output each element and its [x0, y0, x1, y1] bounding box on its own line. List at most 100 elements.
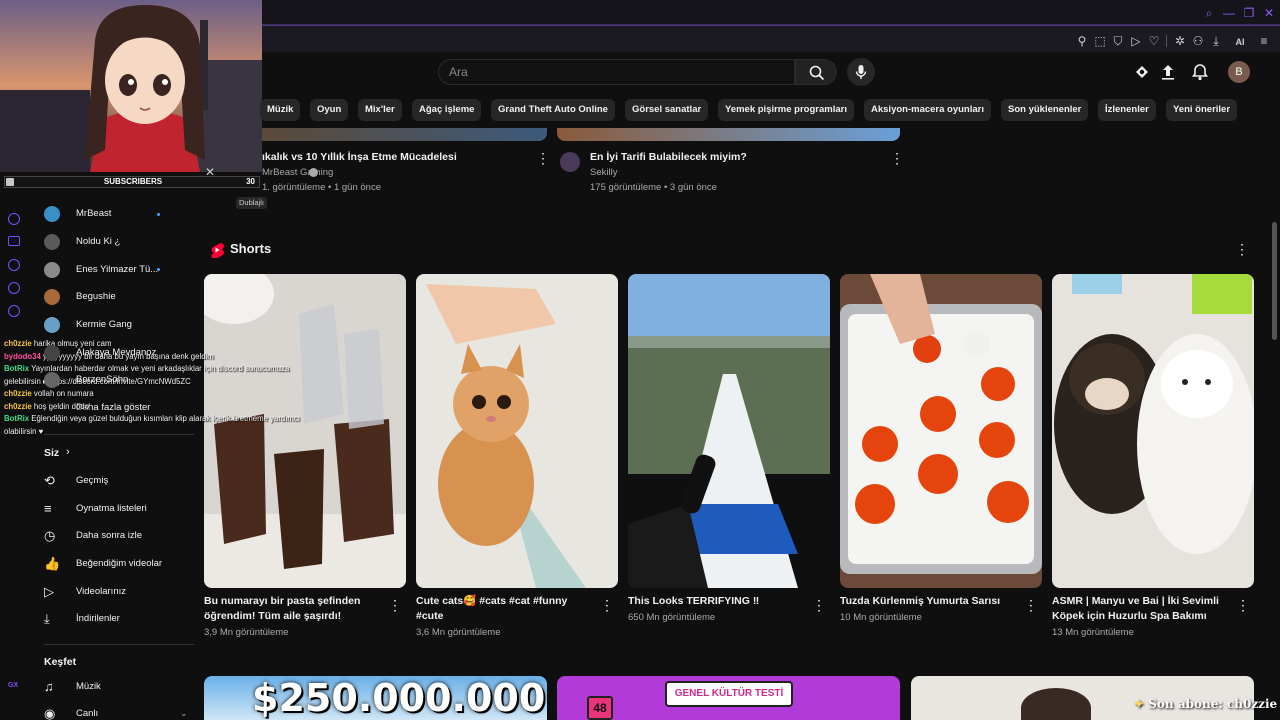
subscription-item[interactable]: MrBeast [76, 208, 111, 219]
subscription-avatar [44, 345, 60, 361]
subscription-avatar [44, 317, 60, 333]
rail-clock-icon [8, 259, 20, 271]
chip-1[interactable]: Oyun [310, 99, 349, 121]
video-thumbnail[interactable] [262, 128, 547, 141]
short-views: 650 Mn görüntüleme [628, 612, 716, 623]
short-thumbnail[interactable] [1052, 274, 1254, 588]
video-thumbnail[interactable]: $250.000.000 [204, 676, 547, 720]
short-title[interactable]: Tuzda Kürlenmiş Yumurta Sarısı [840, 594, 1018, 609]
new-content-dot [157, 213, 160, 216]
short-title[interactable]: Cute cats🥰 #cats #cat #funny #cute [416, 594, 594, 624]
subscription-item[interactable]: Noldu Ki ¿ [76, 236, 120, 247]
screen: { "masthead": { "search_placeholder": "A… [0, 0, 1280, 720]
short-title[interactable]: ASMR | Manyu ve Bai | İki Sevimli Köpek … [1052, 594, 1230, 624]
chip-7[interactable]: Aksiyon-macera oyunları [864, 99, 991, 121]
video-thumbnail[interactable] [557, 128, 900, 141]
chat-text: Eğlendiğin veya güzel bulduğun kısımları… [4, 414, 300, 436]
play-icon[interactable]: ▷ [1128, 33, 1144, 49]
short-thumbnail[interactable] [628, 274, 830, 588]
video-menu-icon[interactable]: ⋮ [536, 151, 550, 165]
search-button[interactable] [795, 59, 837, 85]
short-title[interactable]: This Looks TERRIFYING ‼ [628, 594, 806, 609]
chat-username: ch0zzie [4, 401, 32, 411]
short-menu-icon[interactable]: ⋮ [1024, 598, 1038, 612]
pin-icon[interactable]: ⚲ [1074, 33, 1090, 49]
video-menu-icon[interactable]: ⋮ [890, 151, 904, 165]
chip-0[interactable]: Müzik [260, 99, 301, 121]
subscription-item[interactable]: BorzenSöhn [76, 374, 128, 385]
quiz-title: GENEL KÜLTÜR TESTİ [665, 681, 793, 707]
page-scrollbar[interactable] [1272, 222, 1277, 340]
account-icon[interactable]: ⚇ [1190, 33, 1206, 49]
channel-name[interactable]: Sekilly [590, 167, 617, 178]
video-meta: 1. görüntüleme • 1 gün önce [262, 182, 381, 193]
chip-8[interactable]: Son yüklenenler [1001, 99, 1089, 121]
shorts-menu-icon[interactable]: ⋮ [1235, 242, 1249, 256]
you-item[interactable]: İndirilenler [76, 613, 120, 624]
you-item[interactable]: Oynatma listeleri [76, 503, 147, 514]
channel-name[interactable]: MrBeast Gaming [262, 167, 333, 178]
channel-avatar[interactable] [560, 152, 580, 172]
toolbar-divider [1166, 35, 1167, 47]
search-icon[interactable]: ⌕ [1202, 6, 1216, 20]
subscription-item[interactable]: Alakaya Mevdanoz [76, 347, 156, 358]
you-item[interactable]: Videolarınız [76, 586, 126, 597]
explore-item[interactable]: Canlı [76, 708, 98, 719]
chip-3[interactable]: Ağaç işleme [412, 99, 482, 121]
you-item[interactable]: Geçmiş [76, 475, 108, 486]
short-menu-icon[interactable]: ⋮ [388, 598, 402, 612]
search-input[interactable]: Ara [438, 59, 795, 85]
chip-6[interactable]: Yemek pişirme programları [718, 99, 854, 121]
chip-2[interactable]: Mix'ler [358, 99, 402, 121]
chat-username: ch0zzie [4, 389, 32, 398]
chat-username: ch0zzie [4, 339, 32, 348]
chat-message: ch0zzie hoş geldin dodo [4, 401, 324, 414]
voice-search-button[interactable] [847, 58, 875, 86]
minimize-icon[interactable]: — [1222, 6, 1236, 20]
playlists-icon: ≡ [44, 501, 52, 516]
maximize-icon[interactable]: ❐ [1242, 6, 1256, 20]
live-icon: ◉ [44, 706, 56, 720]
subscription-item[interactable]: Kermie Gang [76, 319, 132, 330]
extensions-icon[interactable]: ✲ [1172, 33, 1188, 49]
chip-4[interactable]: Grand Theft Auto Online [491, 99, 615, 121]
close-icon[interactable]: ✕ [1262, 6, 1276, 20]
short-thumbnail[interactable] [840, 274, 1042, 588]
downloads-icon: ⤓ [44, 611, 50, 626]
short-menu-icon[interactable]: ⋮ [1236, 598, 1250, 612]
rail-tag: GX [8, 682, 19, 689]
download-icon[interactable]: ⤓ [1208, 33, 1224, 49]
history-icon: ⟲ [44, 473, 55, 488]
short-thumbnail[interactable] [416, 274, 618, 588]
chip-5[interactable]: Görsel sanatlar [625, 99, 709, 121]
chip-9[interactable]: İzlenenler [1098, 99, 1156, 121]
chat-text: vollah on numara [33, 389, 94, 398]
you-heading[interactable]: Siz [44, 447, 59, 459]
short-menu-icon[interactable]: ⋮ [812, 598, 826, 612]
video-meta: 175 görüntüleme • 3 gün önce [590, 182, 717, 193]
subscription-item[interactable]: Begushie [76, 291, 116, 302]
video-title[interactable]: En İyi Tarifi Bulabilecek miyim? [590, 151, 747, 163]
you-item[interactable]: Beğendiğim videolar [76, 558, 162, 569]
heart-icon[interactable]: ♡ [1146, 33, 1162, 49]
upload-icon[interactable] [1158, 62, 1178, 82]
short-title[interactable]: Bu numarayı bir pasta şefinden öğrendim!… [204, 594, 382, 624]
notifications-icon[interactable] [1190, 62, 1210, 82]
screenshot-icon[interactable]: ⬚ [1092, 33, 1108, 49]
create-post-icon[interactable] [1132, 62, 1152, 82]
chat-message: BotRix Eğlendiğin veya güzel bulduğun kı… [4, 413, 324, 438]
chip-10[interactable]: Yeni öneriler [1166, 99, 1238, 121]
verified-icon [309, 168, 318, 177]
menu-icon[interactable]: ≡ [1256, 33, 1272, 49]
video-title[interactable]: ıkalık vs 10 Yıllık İnşa Etme Mücadelesi [262, 151, 457, 163]
subscription-item[interactable]: Enes Yilmazer Tü... [76, 264, 158, 275]
you-item[interactable]: Daha sonra izle [76, 530, 142, 541]
short-menu-icon[interactable]: ⋮ [600, 598, 614, 612]
chevron-right-icon[interactable]: › [66, 446, 70, 458]
shield-icon[interactable]: ⛉ [1110, 33, 1126, 49]
ai-icon[interactable]: AI [1228, 33, 1252, 49]
account-avatar[interactable]: B [1228, 61, 1250, 83]
explore-item[interactable]: Müzik [76, 681, 101, 692]
watch-later-icon: ◷ [44, 528, 56, 543]
video-thumbnail[interactable]: GENEL KÜLTÜR TESTİ 48 [557, 676, 900, 720]
